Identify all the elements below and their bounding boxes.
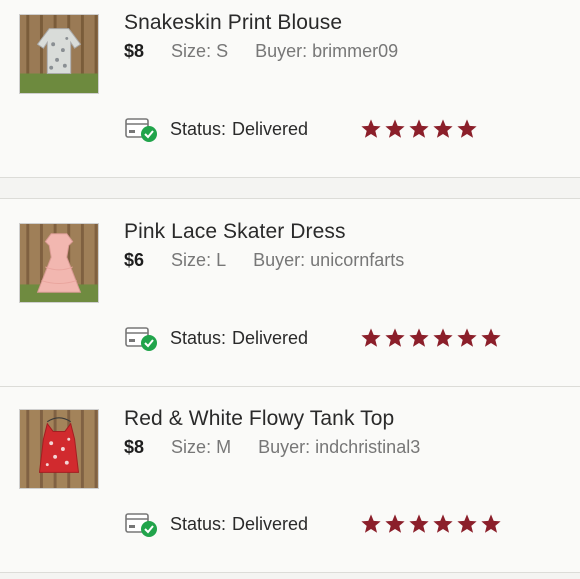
star-icon: [457, 514, 477, 533]
item-price: $6: [124, 250, 145, 270]
order-card[interactable]: Snakeskin Print Blouse $8 Size: S Buyer:…: [0, 0, 580, 178]
delivered-box-icon: [125, 513, 157, 537]
buyer-name[interactable]: indchristinal3: [315, 437, 420, 457]
rating-stars: [360, 513, 502, 535]
status-value: Delivered: [232, 513, 309, 534]
delivered-box-icon: [125, 118, 157, 142]
product-thumbnail[interactable]: [19, 409, 99, 489]
item-price: $8: [124, 437, 145, 457]
rating-stars: [360, 118, 478, 140]
status-label: Status:: [170, 118, 227, 139]
status-value: Delivered: [232, 118, 309, 139]
item-size: L: [216, 250, 227, 270]
item-meta: $8 Size: S Buyer: brimmer09: [124, 41, 398, 62]
item-price: $8: [124, 41, 145, 61]
rating-stars: [360, 327, 502, 349]
item-title[interactable]: Snakeskin Print Blouse: [124, 11, 342, 35]
star-icon: [361, 119, 381, 138]
item-size: M: [216, 437, 232, 457]
item-meta: $8 Size: M Buyer: indchristinal3: [124, 437, 420, 458]
star-icon: [433, 514, 453, 533]
star-icon: [433, 119, 453, 138]
status-row: Status: Delivered: [124, 510, 308, 538]
star-icon: [385, 119, 405, 138]
item-title[interactable]: Pink Lace Skater Dress: [124, 220, 346, 244]
sold-orders-list: Snakeskin Print Blouse $8 Size: S Buyer:…: [0, 0, 580, 579]
star-icon: [457, 328, 477, 347]
size-label: Size:: [171, 41, 212, 61]
status-row: Status: Delivered: [124, 115, 308, 143]
size-label: Size:: [171, 437, 212, 457]
order-card[interactable]: Red & White Flowy Tank Top $8 Size: M Bu…: [0, 386, 580, 573]
delivered-box-icon: [125, 327, 157, 351]
buyer-name[interactable]: unicornfarts: [310, 250, 404, 270]
dress-photo-icon: [20, 224, 98, 302]
size-label: Size:: [171, 250, 212, 270]
product-thumbnail[interactable]: [19, 223, 99, 303]
star-icon: [409, 514, 429, 533]
star-icon: [433, 328, 453, 347]
order-card[interactable]: Pink Lace Skater Dress $6 Size: L Buyer:…: [0, 198, 580, 387]
star-icon: [481, 514, 501, 533]
star-icon: [361, 514, 381, 533]
item-meta: $6 Size: L Buyer: unicornfarts: [124, 250, 404, 271]
tank-top-photo-icon: [20, 410, 98, 488]
star-icon: [409, 328, 429, 347]
star-icon: [361, 328, 381, 347]
star-icon: [385, 514, 405, 533]
status-label: Status:: [170, 513, 227, 534]
star-icon: [457, 119, 477, 138]
buyer-label: Buyer:: [253, 250, 306, 270]
buyer-label: Buyer:: [258, 437, 311, 457]
star-icon: [385, 328, 405, 347]
status-row: Status: Delivered: [124, 324, 308, 352]
item-title[interactable]: Red & White Flowy Tank Top: [124, 407, 394, 431]
buyer-name[interactable]: brimmer09: [312, 41, 398, 61]
status-label: Status:: [170, 327, 227, 348]
buyer-label: Buyer:: [255, 41, 308, 61]
star-icon: [409, 119, 429, 138]
product-thumbnail[interactable]: [19, 14, 99, 94]
blouse-photo-icon: [20, 15, 98, 93]
status-value: Delivered: [232, 327, 309, 348]
item-size: S: [216, 41, 229, 61]
star-icon: [481, 328, 501, 347]
